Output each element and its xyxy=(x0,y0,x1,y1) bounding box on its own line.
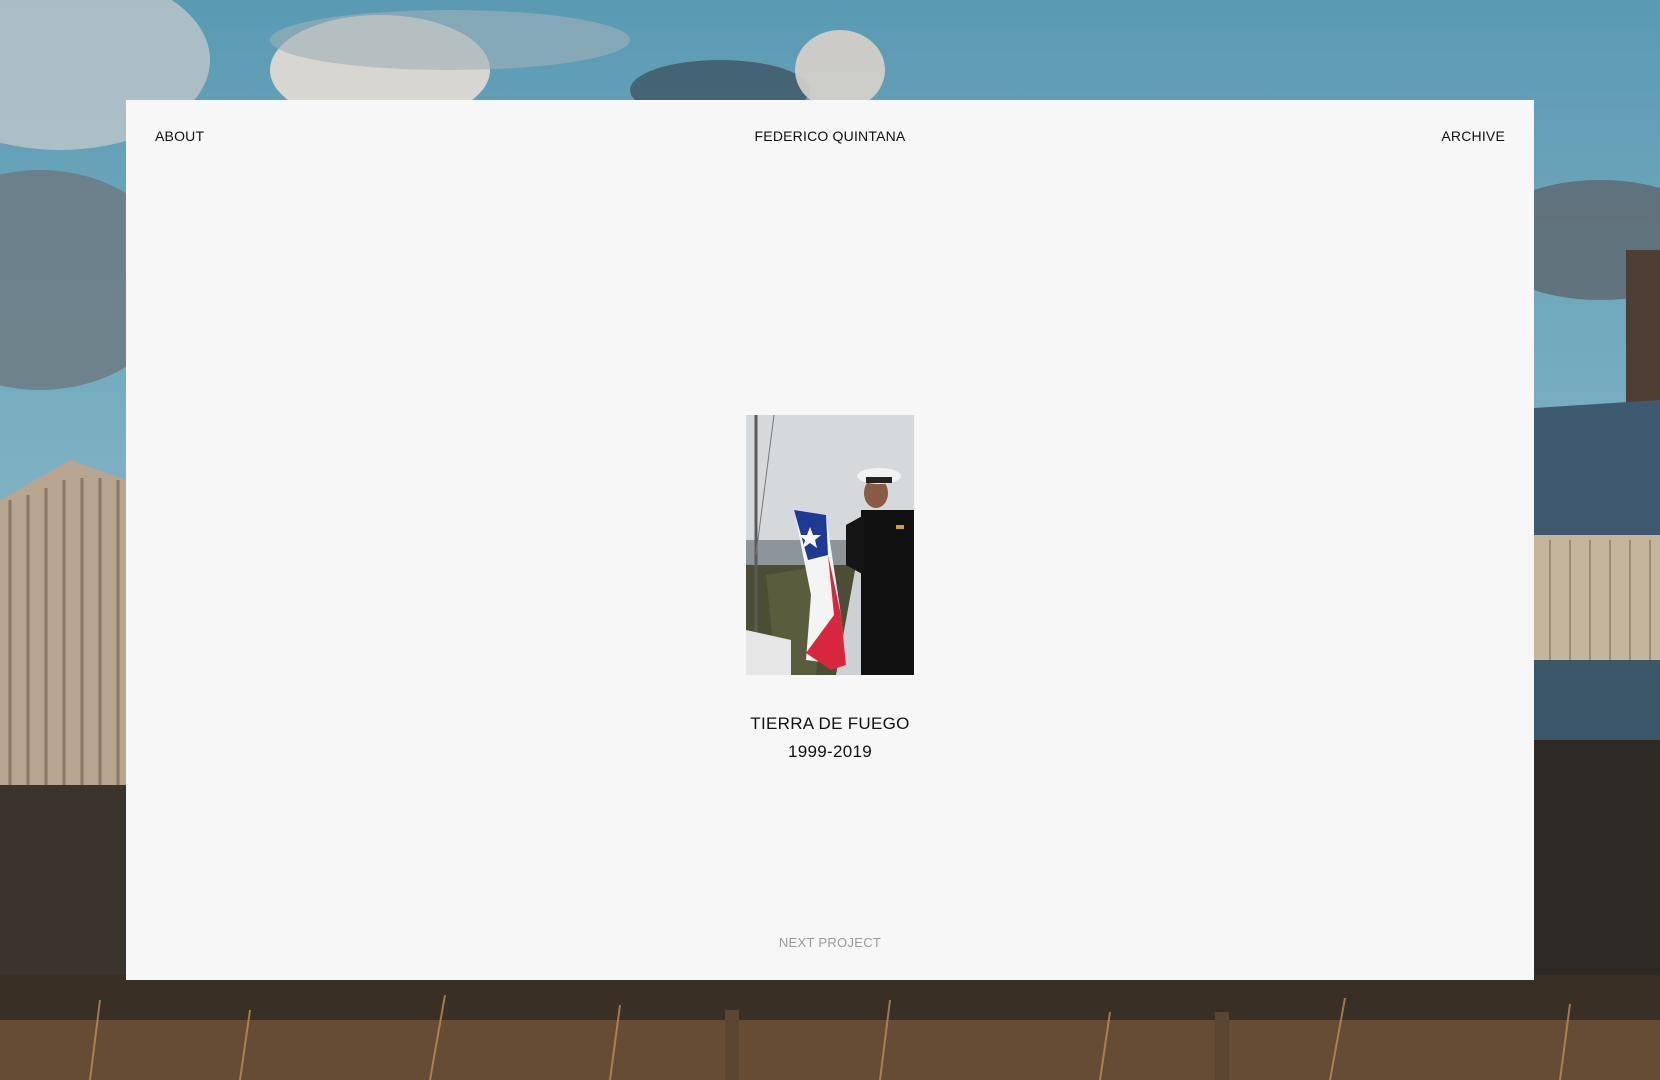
content-panel: ABOUT FEDERICO QUINTANA ARCHIVE TIERRA D… xyxy=(126,100,1534,980)
project-years: 1999-2019 xyxy=(788,742,872,761)
project-caption: TIERRA DE FUEGO 1999-2019 xyxy=(126,710,1534,766)
next-project-link[interactable]: NEXT PROJECT xyxy=(779,935,881,950)
project-title[interactable]: TIERRA DE FUEGO xyxy=(126,710,1534,738)
next-project-container: NEXT PROJECT xyxy=(126,935,1534,950)
project-thumbnail[interactable] xyxy=(746,415,914,675)
site-title[interactable]: FEDERICO QUINTANA xyxy=(755,128,906,144)
photo-sailor-with-flag-icon xyxy=(746,415,914,675)
archive-link[interactable]: ARCHIVE xyxy=(1441,128,1505,144)
about-link[interactable]: ABOUT xyxy=(155,128,204,144)
site-title-container: FEDERICO QUINTANA xyxy=(126,128,1534,144)
